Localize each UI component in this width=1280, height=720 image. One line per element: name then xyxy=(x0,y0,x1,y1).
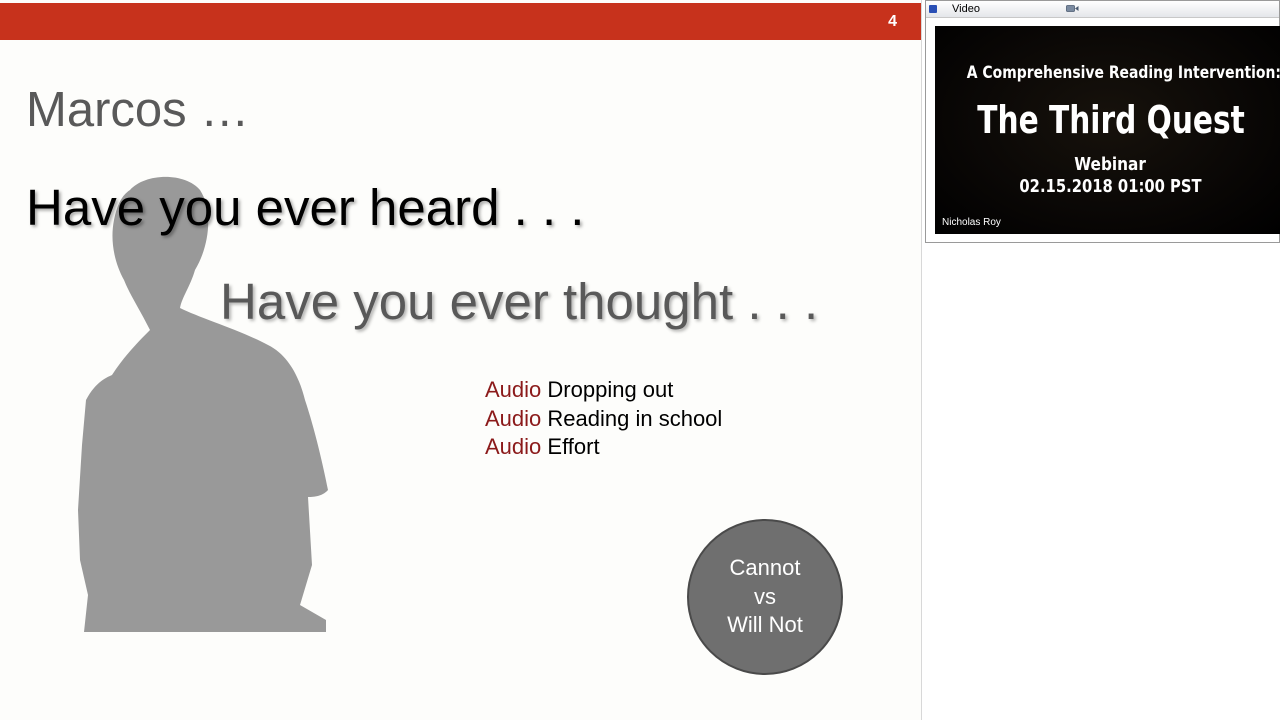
heading-have-you-ever-thought: Have you ever thought . . . xyxy=(220,273,819,330)
camera-icon[interactable] xyxy=(1066,4,1079,13)
presentation-slide: 4 Marcos … Have you ever heard . . . Hav… xyxy=(0,0,921,720)
heading-have-you-ever-heard: Have you ever heard . . . xyxy=(26,179,585,236)
audio-link[interactable]: Audio xyxy=(485,377,541,402)
slide-divider xyxy=(921,0,922,720)
audio-item-effort[interactable]: Audio Effort xyxy=(485,433,722,462)
presenter-name: Nicholas Roy xyxy=(942,217,1001,228)
video-frame[interactable]: A Comprehensive Reading Intervention: Th… xyxy=(935,26,1280,234)
video-panel-titlebar[interactable]: Video xyxy=(926,1,1279,18)
audio-item-reading-in-school[interactable]: Audio Reading in school xyxy=(485,405,722,434)
audio-list: Audio Dropping out Audio Reading in scho… xyxy=(485,376,722,462)
circle-line-2: vs xyxy=(754,583,776,609)
video-panel-title: Video xyxy=(952,3,980,15)
slide-title: Marcos … xyxy=(26,83,250,137)
audio-item-label: Effort xyxy=(547,434,600,459)
audio-item-dropping-out[interactable]: Audio Dropping out xyxy=(485,376,722,405)
video-panel: Video A Comprehensive Reading Interventi… xyxy=(925,0,1280,243)
audio-link[interactable]: Audio xyxy=(485,406,541,431)
window-icon xyxy=(929,5,937,13)
circle-line-3: Will Not xyxy=(727,612,803,638)
slide-header-bar: 4 xyxy=(0,3,921,40)
audio-item-label: Reading in school xyxy=(547,405,723,431)
audio-link[interactable]: Audio xyxy=(485,434,541,459)
person-silhouette-icon xyxy=(78,176,328,632)
video-title-line-3: Webinar xyxy=(1074,154,1146,175)
video-title-line-1: A Comprehensive Reading Intervention: xyxy=(966,63,1280,83)
audio-item-label: Dropping out xyxy=(547,377,674,402)
circle-line-1: Cannot xyxy=(729,555,801,581)
video-title-line-2: The Third Quest xyxy=(977,98,1245,142)
cannot-vs-will-not-circle: Cannot vs Will Not xyxy=(687,519,843,675)
slide-page-number: 4 xyxy=(888,13,897,30)
video-date-time: 02.15.2018 01:00 PST xyxy=(1019,176,1202,197)
